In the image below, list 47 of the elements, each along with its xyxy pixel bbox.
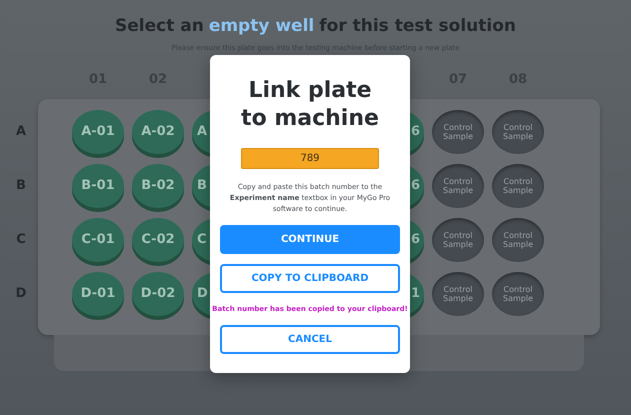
well-label: Control Sample — [502, 284, 534, 302]
well-label: Control Sample — [442, 230, 474, 248]
empty-well[interactable]: Control Sample — [492, 218, 544, 262]
well-label: Control Sample — [502, 230, 534, 248]
well-label: D — [197, 284, 208, 303]
empty-well[interactable]: Control Sample — [492, 110, 544, 154]
filled-well[interactable]: C-02 — [132, 218, 184, 262]
well-label: 1 — [410, 284, 420, 303]
well-label: Control Sample — [442, 122, 474, 140]
well-label: B-01 — [81, 176, 115, 195]
dialog-title: Link plate to machine — [241, 77, 379, 133]
well-label: Control Sample — [442, 176, 474, 194]
well-label: A-02 — [141, 122, 175, 141]
well-label: B — [197, 176, 207, 195]
empty-well[interactable]: Control Sample — [492, 164, 544, 208]
well-label: Control Sample — [502, 122, 534, 140]
well-label: B-02 — [141, 176, 175, 195]
well-label: C-02 — [141, 230, 175, 249]
cancel-button[interactable]: CANCEL — [220, 324, 400, 354]
empty-well[interactable]: Control Sample — [432, 272, 484, 316]
well-label: 6 — [410, 230, 420, 249]
filled-well[interactable]: D-01 — [72, 272, 124, 316]
filled-well[interactable]: A-02 — [132, 110, 184, 154]
well-label: A-01 — [81, 122, 115, 141]
empty-well[interactable]: Control Sample — [432, 110, 484, 154]
well-label: 6 — [410, 176, 420, 195]
empty-well[interactable]: Control Sample — [432, 164, 484, 208]
well-label: Control Sample — [502, 176, 534, 194]
well-label: A — [197, 122, 208, 141]
well-label: Control Sample — [442, 284, 474, 302]
well-label: 6 — [410, 122, 420, 141]
filled-well[interactable]: B-02 — [132, 164, 184, 208]
page-title: Select an empty well for this test solution — [114, 15, 516, 38]
well-label: D-01 — [80, 284, 116, 303]
row-label: A — [16, 122, 26, 141]
filled-well[interactable]: A-01 — [72, 110, 124, 154]
empty-well[interactable]: Control Sample — [492, 272, 544, 316]
well-label: C-01 — [81, 230, 115, 249]
copy-button[interactable]: COPY TO CLIPBOARD — [220, 264, 400, 293]
filled-well[interactable]: C-01 — [72, 218, 124, 262]
continue-button[interactable]: CONTINUE — [220, 225, 400, 254]
well-label: C — [197, 230, 207, 249]
empty-well[interactable]: Control Sample — [432, 218, 484, 262]
well-label: D-02 — [140, 284, 176, 303]
batch-number-field[interactable]: 789 — [241, 148, 379, 169]
filled-well[interactable]: D-02 — [132, 272, 184, 316]
filled-well[interactable]: B-01 — [72, 164, 124, 208]
